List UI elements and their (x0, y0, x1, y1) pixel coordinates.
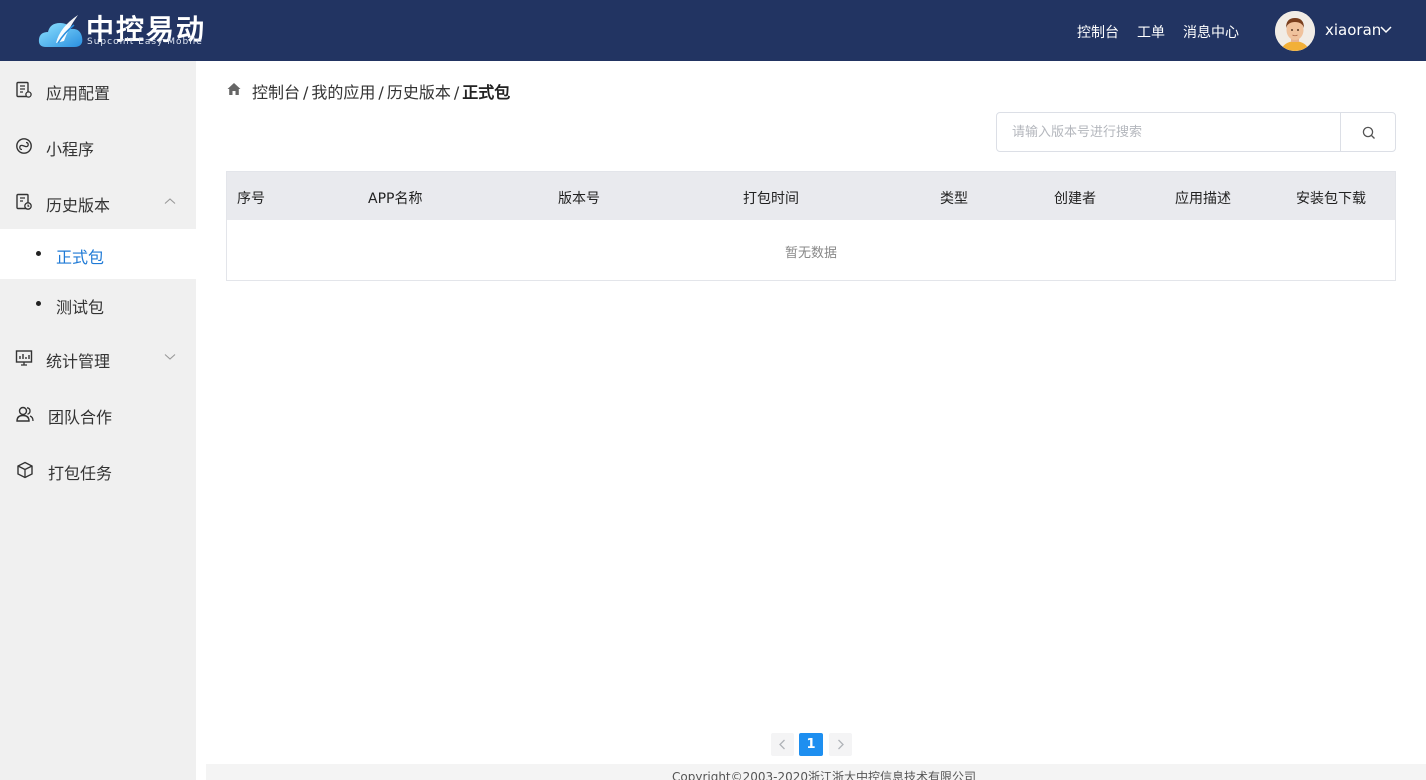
chevron-left-icon (779, 739, 785, 750)
column-header-app-name[interactable]: APP名称 (368, 188, 422, 208)
column-header-build-time[interactable]: 打包时间 (743, 188, 799, 208)
breadcrumb-trail: 控制台 / 我的应用 / 历史版本 / 正式包 (252, 79, 510, 103)
page-number-current[interactable]: 1 (799, 733, 823, 756)
avatar[interactable] (1275, 11, 1315, 51)
sidebar-item-label: 历史版本 (46, 196, 111, 215)
versions-table: 序号 APP名称 版本号 打包时间 类型 创建者 应用描述 安装包下载 暂无数据 (226, 171, 1396, 281)
search-icon (1362, 126, 1375, 139)
breadcrumb-separator: / (303, 83, 309, 102)
sidebar-subitem-label: 测试包 (56, 298, 105, 317)
sidebar-item-label: 打包任务 (48, 464, 113, 483)
breadcrumb-link-my-apps[interactable]: 我的应用 (311, 83, 375, 102)
table-empty-text: 暂无数据 (784, 246, 837, 261)
sidebar-item-team[interactable]: 团队合作 (0, 385, 196, 441)
nav-console[interactable]: 控制台 (1077, 22, 1119, 42)
sidebar-item-label: 小程序 (46, 140, 95, 159)
breadcrumb-current: 正式包 (462, 83, 511, 102)
user-name[interactable]: xiaoran (1325, 21, 1381, 39)
bullet-dot (36, 301, 41, 306)
sidebar-item-label: 统计管理 (46, 352, 111, 371)
package-icon (17, 461, 33, 479)
sidebar-item-statistics[interactable]: 统计管理 (0, 329, 196, 385)
sidebar-item-label: 团队合作 (48, 408, 113, 427)
sidebar-item-app-config[interactable]: 应用配置 (0, 61, 196, 117)
copyright-text: Copyright©2003-2020浙江浙大中控信息技术有限公司 (672, 770, 977, 780)
nav-messages[interactable]: 消息中心 (1183, 22, 1239, 42)
column-header-index[interactable]: 序号 (237, 188, 265, 208)
statistics-icon (15, 350, 33, 366)
search-button[interactable] (1340, 112, 1396, 152)
sidebar-subitem-test[interactable]: 测试包 (0, 279, 196, 329)
logo[interactable]: 中控易动 Supconit Easy Mobile (38, 8, 218, 52)
sidebar-subitem-label: 正式包 (56, 248, 105, 267)
logo-subtitle: Supconit Easy Mobile (87, 37, 203, 47)
team-icon (16, 406, 34, 422)
search-input[interactable] (996, 112, 1341, 152)
column-header-creator[interactable]: 创建者 (1054, 188, 1096, 208)
chevron-down-icon (164, 354, 176, 360)
breadcrumb-link-history[interactable]: 历史版本 (387, 83, 451, 102)
column-header-download[interactable]: 安装包下载 (1296, 188, 1366, 208)
sidebar-item-package-task[interactable]: 打包任务 (0, 441, 196, 497)
breadcrumb-separator: / (378, 83, 384, 102)
breadcrumb-link-console[interactable]: 控制台 (252, 83, 300, 102)
logo-cloud-icon (38, 15, 83, 47)
next-page-button[interactable] (829, 733, 852, 756)
table-header: 序号 APP名称 版本号 打包时间 类型 创建者 应用描述 安装包下载 (227, 172, 1395, 220)
prev-page-button[interactable] (771, 733, 794, 756)
nav-ticket[interactable]: 工单 (1137, 22, 1165, 42)
breadcrumb-separator: / (453, 83, 460, 102)
sidebar-item-label: 应用配置 (46, 84, 111, 103)
home-icon[interactable] (226, 81, 242, 97)
column-header-version[interactable]: 版本号 (558, 188, 600, 208)
chevron-right-icon (838, 739, 844, 750)
sidebar-item-history[interactable]: 历史版本 (0, 173, 196, 229)
bullet-dot (36, 251, 41, 256)
app-config-icon (16, 81, 32, 98)
sidebar: 应用配置 小程序 历史版本 正式包 测试包 统计管理 团队合作 打包任务 (0, 61, 196, 780)
avatar-face-icon (1275, 11, 1315, 51)
chevron-up-icon (164, 198, 176, 204)
footer: Copyright©2003-2020浙江浙大中控信息技术有限公司 (206, 764, 1426, 780)
miniprogram-icon (16, 138, 32, 154)
column-header-type[interactable]: 类型 (940, 188, 968, 208)
top-header: 中控易动 Supconit Easy Mobile 控制台 工单 消息中心 xi… (0, 0, 1426, 61)
column-header-description[interactable]: 应用描述 (1175, 188, 1231, 208)
sidebar-subitem-release[interactable]: 正式包 (0, 229, 196, 279)
history-icon (16, 193, 32, 210)
sidebar-item-miniprogram[interactable]: 小程序 (0, 117, 196, 173)
chevron-down-icon[interactable] (1380, 25, 1392, 35)
